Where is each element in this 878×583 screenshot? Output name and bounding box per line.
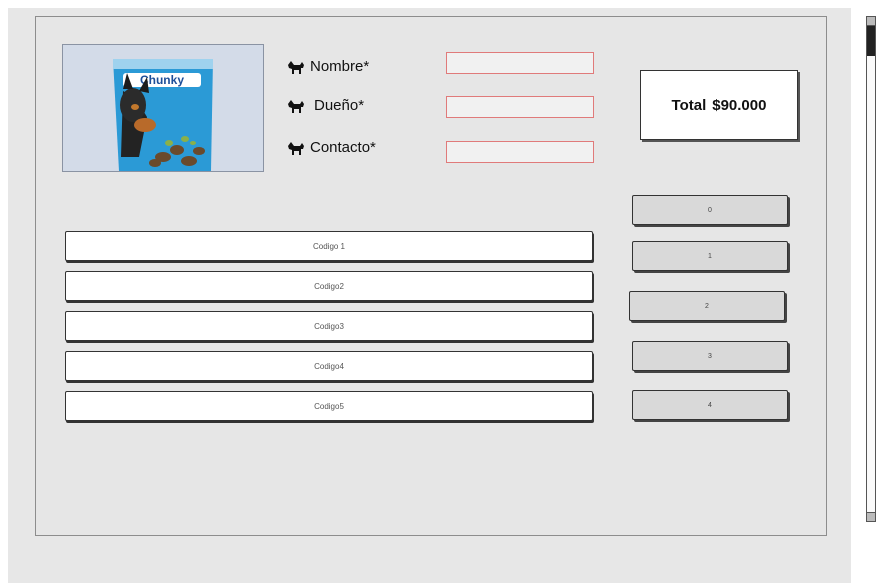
number-button-3[interactable]: 3 <box>632 341 788 371</box>
dueno-field[interactable] <box>446 96 594 118</box>
contacto-field[interactable] <box>446 141 594 163</box>
dog-food-bag-image: Chunky <box>63 45 263 171</box>
code-button-5[interactable]: Codigo5 <box>65 391 593 421</box>
contacto-label-row: Contacto* <box>286 139 376 156</box>
nombre-label-row: Nombre* <box>286 58 369 75</box>
nombre-field[interactable] <box>446 52 594 74</box>
dueno-label: Dueño* <box>314 97 365 114</box>
nombre-label: Nombre* <box>310 58 370 75</box>
number-button-0[interactable]: 0 <box>632 195 788 225</box>
number-button-4[interactable]: 4 <box>632 390 788 420</box>
code-button-3[interactable]: Codigo3 <box>65 311 593 341</box>
vertical-scrollbar[interactable] <box>866 16 876 522</box>
number-button-1[interactable]: 1 <box>632 241 788 271</box>
scroll-down-icon[interactable] <box>867 512 875 521</box>
code-button-4[interactable]: Codigo4 <box>65 351 593 381</box>
contacto-label: Contacto* <box>310 139 376 156</box>
scroll-up-icon[interactable] <box>867 17 875 26</box>
product-image: Chunky <box>62 44 264 172</box>
dog-icon <box>288 99 304 113</box>
total-box: Total $90.000 <box>640 70 798 140</box>
dog-icon <box>288 141 304 155</box>
dueno-label-row: Dueño* <box>286 97 364 114</box>
total-label: Total <box>671 96 707 114</box>
total-amount: $90.000 <box>712 96 767 114</box>
number-button-2[interactable]: 2 <box>629 291 785 321</box>
scroll-thumb[interactable] <box>867 26 875 56</box>
dog-icon <box>288 60 304 74</box>
code-button-2[interactable]: Codigo2 <box>65 271 593 301</box>
code-button-1[interactable]: Codigo 1 <box>65 231 593 261</box>
